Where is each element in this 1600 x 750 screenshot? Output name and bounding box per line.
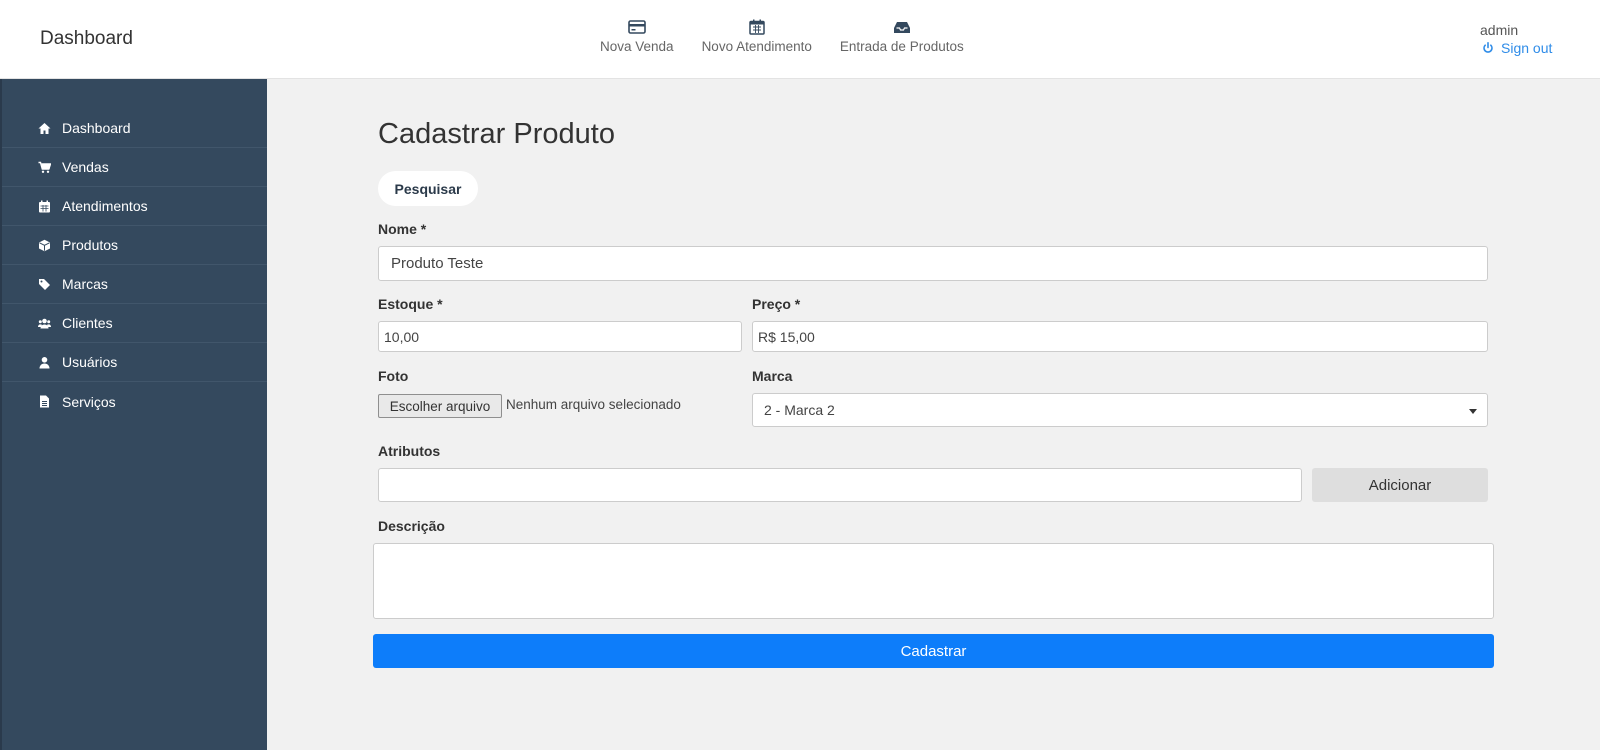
calendar-icon [39,200,50,212]
page-title: Cadastrar Produto [378,118,615,150]
sidebar-item-servicos[interactable]: Serviços [2,382,267,421]
sidebar-item-clientes[interactable]: Clientes [2,304,267,343]
choose-file-button[interactable]: Escolher arquivo [378,394,502,418]
preco-input[interactable]: R$ 15,00 [752,321,1488,352]
file-status-text: Nenhum arquivo selecionado [506,397,681,412]
sidebar-item-produtos[interactable]: Produtos [2,226,267,265]
estoque-input[interactable]: 10,00 [378,321,742,352]
sidebar: Dashboard Vendas Atendimentos Produtos M… [0,79,267,750]
nome-value: Produto Teste [391,255,484,272]
sign-out-label: Sign out [1501,40,1553,56]
user-icon [39,356,50,368]
nav-novo-atendimento-label: Novo Atendimento [701,39,812,54]
users-icon [38,318,51,328]
descricao-label: Descrição [378,518,445,534]
nav-novo-atendimento[interactable]: Novo Atendimento [702,19,812,54]
username: admin [1480,22,1519,38]
nome-input[interactable]: Produto Teste [378,246,1488,281]
sidebar-item-label: Marcas [62,276,108,292]
file-icon [40,395,49,408]
nav-nova-venda-label: Nova Venda [600,39,674,54]
preco-label: Preço * [752,296,801,312]
brand-title[interactable]: Dashboard [40,28,133,50]
sidebar-item-label: Serviços [62,393,116,410]
credit-card-icon [627,20,646,34]
top-header: Dashboard Nova Venda Novo Atendimento En… [0,0,1600,79]
estoque-value: 10,00 [384,328,420,345]
inbox-icon [893,22,910,33]
nome-label: Nome * [378,221,427,237]
nav-entrada-produtos[interactable]: Entrada de Produtos [840,19,964,54]
sidebar-item-label: Produtos [62,237,119,253]
preco-value: R$ 15,00 [758,328,815,345]
sidebar-item-label: Usuários [62,354,118,370]
nav-nova-venda[interactable]: Nova Venda [600,19,674,54]
add-attribute-button[interactable]: Adicionar [1312,468,1488,502]
sidebar-item-dashboard[interactable]: Dashboard [2,109,267,148]
cube-icon [39,239,50,251]
power-icon [1483,42,1493,53]
marca-selected-value: 2 - Marca 2 [764,402,835,418]
search-button[interactable]: Pesquisar [378,171,478,206]
caret-down-icon [1469,409,1477,414]
cart-icon [38,161,51,173]
foto-label: Foto [378,368,409,384]
sidebar-item-marcas[interactable]: Marcas [2,265,267,304]
submit-button[interactable]: Cadastrar [373,634,1494,668]
sidebar-item-usuarios[interactable]: Usuários [2,343,267,382]
sidebar-menu: Dashboard Vendas Atendimentos Produtos M… [2,109,267,421]
user-menu: admin Sign out [1480,22,1552,56]
marca-select[interactable]: 2 - Marca 2 [752,393,1488,427]
atributos-input[interactable] [378,468,1302,502]
descricao-textarea[interactable] [373,543,1494,619]
sidebar-item-label: Dashboard [62,120,131,136]
sidebar-item-vendas[interactable]: Vendas [2,148,267,187]
sidebar-item-label: Clientes [62,315,113,331]
sidebar-item-atendimentos[interactable]: Atendimentos [2,187,267,226]
atributos-label: Atributos [378,443,441,459]
estoque-label: Estoque * [378,296,443,312]
sidebar-item-label: Atendimentos [62,198,148,214]
sign-out-link[interactable]: Sign out [1482,40,1552,56]
marca-label: Marca [752,368,793,384]
nav-entrada-produtos-label: Entrada de Produtos [839,39,964,54]
sidebar-item-label: Vendas [62,159,109,175]
top-nav: Nova Venda Novo Atendimento Entrada de P… [600,19,992,54]
home-icon [38,122,51,134]
tag-icon [39,278,50,290]
calendar-icon [748,19,765,35]
